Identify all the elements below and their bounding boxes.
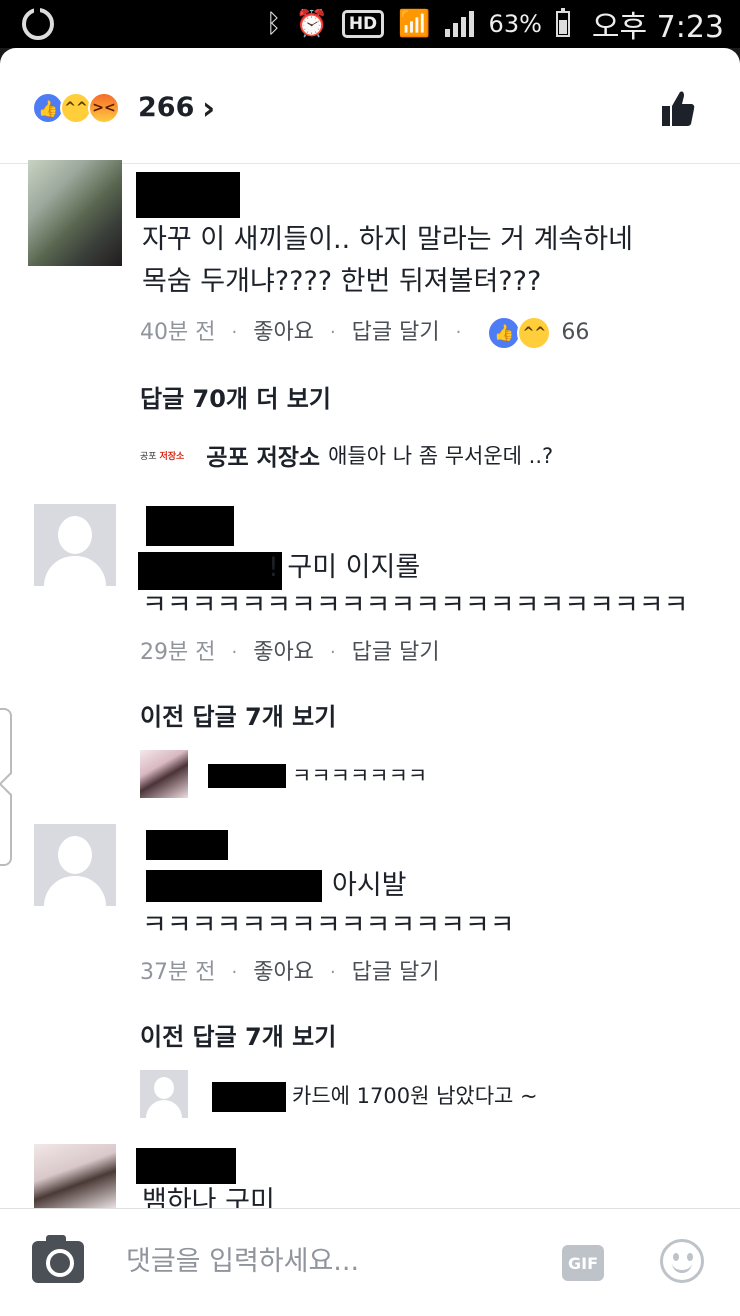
reactions-bar: 👍 ^^ >< 266 › — [0, 48, 740, 164]
view-more-replies-link[interactable]: 답글 70개 더 보기 — [140, 382, 331, 416]
hd-icon: HD — [341, 10, 385, 38]
comment-text-line-1: 아시발 — [332, 870, 407, 901]
avatar[interactable] — [34, 824, 116, 906]
reply-avatar[interactable] — [140, 1070, 188, 1118]
comments-sheet: 👍 ^^ >< 266 › 자꾸 이 새끼들이.. 하지 말라는 거 계속하네 … — [0, 48, 740, 1316]
comment-time: 37분 전 — [140, 960, 216, 985]
avatar[interactable] — [28, 160, 122, 266]
reply-button[interactable]: 답글 달기 — [352, 638, 440, 668]
wifi-icon: 📶 — [398, 9, 431, 39]
comment-time: 29분 전 — [140, 640, 216, 665]
status-bar: ᛒ ⏰ HD 📶 63% 오후 7:23 — [0, 0, 740, 48]
view-previous-replies-link[interactable]: 이전 답글 7개 보기 — [140, 700, 336, 734]
redacted-text — [146, 870, 322, 902]
clock: 오후 7:23 — [591, 10, 724, 45]
like-reaction-icon: 👍 — [487, 316, 522, 350]
reply-item: ㅋㅋㅋㅋㅋㅋㅋ — [292, 750, 427, 800]
comment-reaction-count: 66 — [561, 320, 590, 345]
redacted-name — [208, 764, 286, 788]
avatar[interactable] — [34, 1144, 116, 1208]
like-button[interactable]: 좋아요 — [253, 638, 314, 668]
comment-text-line-1: 자꾸 이 새끼들이.. 하지 말라는 거 계속하네 — [142, 224, 633, 255]
separator: · — [231, 962, 238, 983]
comment-reactions[interactable]: 👍 ^^ — [487, 316, 552, 350]
battery-icon — [555, 8, 570, 37]
reply-item: 공포 저장소 공포 저장소 애들아 나 좀 무서운데 ..? — [140, 430, 553, 480]
reply-item: 카드에 1700원 남았다고 ~ — [292, 1070, 538, 1120]
reply-text: 애들아 나 좀 무서운데 ..? — [328, 444, 554, 468]
side-panel-handle[interactable] — [0, 708, 12, 866]
reply-button[interactable]: 답글 달기 — [352, 958, 440, 988]
comment-text-line-1: ! 구미 이지롤 — [268, 552, 421, 583]
comment-meta: 40분 전 · 좋아요 · 답글 달기 · 👍 ^^ 66 — [140, 316, 589, 350]
redacted-name — [136, 1148, 236, 1184]
battery-percent: 63% — [488, 10, 542, 38]
redacted-text — [138, 552, 282, 590]
bluetooth-icon: ᛒ — [265, 9, 282, 39]
comment-input[interactable] — [126, 1239, 526, 1283]
avatar[interactable] — [34, 504, 116, 586]
separator: · — [329, 642, 336, 663]
comment-text-line-2: ㅋㅋㅋㅋㅋㅋㅋㅋㅋㅋㅋㅋㅋㅋㅋ — [142, 910, 515, 941]
redacted-name — [146, 830, 228, 860]
signal-icon — [444, 11, 475, 37]
emoji-icon[interactable] — [660, 1239, 704, 1283]
reply-author[interactable]: 공포 저장소 — [206, 438, 320, 472]
alarm-icon: ⏰ — [295, 9, 328, 39]
reply-text: 카드에 1700원 남았다고 ~ — [292, 1084, 538, 1108]
comment-meta: 37분 전 · 좋아요 · 답글 달기 — [140, 958, 440, 988]
separator: · — [231, 322, 238, 343]
angry-reaction-icon: >< — [88, 92, 120, 124]
comment-text-line-2: 목숨 두개냐???? 한번 뒤져볼텨??? — [142, 266, 542, 297]
redacted-name — [212, 1082, 286, 1112]
page-logo[interactable]: 공포 저장소 — [140, 449, 184, 462]
like-button[interactable]: 좋아요 — [253, 318, 314, 348]
carrier-logo-icon — [22, 6, 54, 40]
separator: · — [455, 322, 462, 343]
separator: · — [329, 322, 336, 343]
haha-reaction-icon: ^^ — [517, 316, 552, 350]
reply-avatar[interactable] — [140, 750, 188, 798]
chevron-right-icon[interactable]: › — [202, 88, 215, 128]
reply-text: ㅋㅋㅋㅋㅋㅋㅋ — [292, 764, 428, 788]
reaction-count[interactable]: 266 — [138, 92, 194, 124]
camera-icon[interactable] — [32, 1235, 84, 1283]
view-previous-replies-link[interactable]: 이전 답글 7개 보기 — [140, 1020, 336, 1054]
redacted-name — [146, 506, 234, 546]
thumbs-up-icon[interactable] — [660, 88, 696, 128]
redacted-name — [136, 172, 240, 218]
separator: · — [231, 642, 238, 663]
comment-time: 40분 전 — [140, 320, 216, 345]
comment-composer: GIF — [0, 1208, 740, 1316]
comment-meta: 29분 전 · 좋아요 · 답글 달기 — [140, 638, 440, 668]
reply-button[interactable]: 답글 달기 — [352, 318, 440, 348]
comment-text-line-2: ㅋㅋㅋㅋㅋㅋㅋㅋㅋㅋㅋㅋㅋㅋㅋㅋㅋㅋㅋㅋㅋㅋ — [142, 590, 689, 621]
separator: · — [329, 962, 336, 983]
like-button[interactable]: 좋아요 — [253, 958, 314, 988]
reactions-summary[interactable]: 👍 ^^ >< — [32, 92, 120, 124]
gif-button[interactable]: GIF — [562, 1245, 604, 1281]
